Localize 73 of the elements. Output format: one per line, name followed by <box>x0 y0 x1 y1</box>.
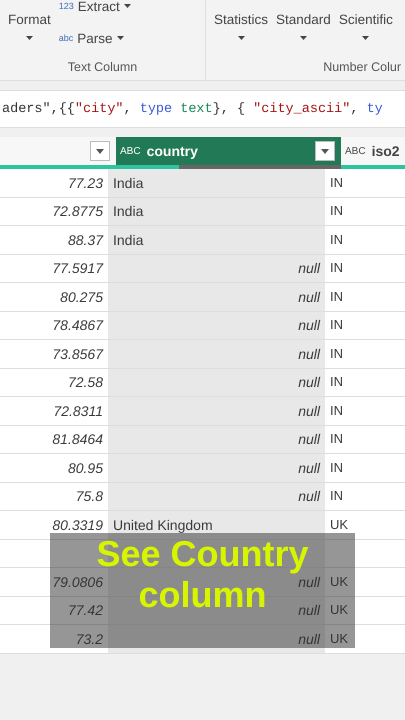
table-cell: United Kingdom <box>113 518 213 532</box>
table-cell: IN <box>330 204 343 218</box>
table-cell: 73.2 <box>76 632 103 646</box>
table-cell: 80.3319 <box>52 518 103 532</box>
table-cell: IN <box>330 404 343 418</box>
formula-bar[interactable]: aders",{{"city", type text}, { "city_ascii", ty <box>0 90 405 128</box>
ribbon-button[interactable]: Scientific <box>334 0 397 54</box>
text-type-icon: ABC <box>345 146 366 156</box>
table-cell: UK <box>330 518 348 532</box>
table-cell: 72.8775 <box>52 204 103 218</box>
table-cell: 73.8567 <box>52 346 103 361</box>
table-cell: 72.58 <box>68 375 103 390</box>
caret-icon <box>300 36 307 40</box>
formula-text: aders",{{"city", type text}, { "city_ascii", ty <box>2 102 383 116</box>
table-cell: IN <box>330 176 343 190</box>
text-type-icon: ABC <box>120 146 141 156</box>
table-cell: IN <box>330 375 343 390</box>
table-cell: IN <box>330 346 343 361</box>
table-cell: UK <box>330 632 348 646</box>
caret-icon <box>26 36 33 40</box>
table-cell: null <box>298 432 320 446</box>
table-cell: null <box>298 261 320 276</box>
table-cell: India <box>113 176 144 190</box>
table-cell: IN <box>330 232 343 247</box>
table-cell: IN <box>330 261 343 276</box>
format-button[interactable]: Format <box>4 0 55 54</box>
table-cell: null <box>298 603 320 618</box>
table-cell: India <box>113 232 144 247</box>
table-cell: UK <box>330 574 348 589</box>
table-cell: 75.8 <box>76 489 103 504</box>
table-cell: India <box>113 204 144 218</box>
parse-button[interactable]: abc Parse <box>54 24 135 52</box>
table-cell: 77.42 <box>68 603 103 618</box>
caret-icon <box>124 4 131 8</box>
ribbon-button[interactable]: Standard <box>272 0 335 54</box>
table-cell: null <box>298 632 320 646</box>
table-cell: 77.23 <box>68 176 103 190</box>
column-header[interactable]: ABC iso2 <box>341 137 405 165</box>
table-cell: IN <box>330 432 343 446</box>
table-cell: IN <box>330 460 343 475</box>
table-cell: null <box>298 346 320 361</box>
ribbon-button[interactable]: Statistics <box>210 0 272 54</box>
table-cell: 80.95 <box>68 460 103 475</box>
table-cell: UK <box>330 603 348 618</box>
table-cell: 88.37 <box>68 232 103 247</box>
caption-text: See Country <box>96 533 309 574</box>
table-cell: IN <box>330 489 343 504</box>
filter-dropdown[interactable] <box>90 141 110 161</box>
extract-button[interactable]: 123 Extract <box>54 0 135 20</box>
table-cell: null <box>298 375 320 390</box>
caret-icon <box>96 148 104 154</box>
table-cell: 72.8311 <box>53 404 103 418</box>
table-cell: 81.8464 <box>52 432 103 446</box>
group-label: Text Column <box>66 60 138 76</box>
table-cell: 77.5917 <box>52 261 103 276</box>
table-cell: 79.0806 <box>52 574 103 589</box>
table-cell: null <box>298 574 320 589</box>
table-cell: null <box>298 460 320 475</box>
table-cell: 78.4867 <box>52 318 103 332</box>
filter-dropdown[interactable] <box>315 141 335 161</box>
caret-icon <box>238 36 244 40</box>
table-cell: IN <box>330 318 343 332</box>
table-cell: null <box>298 489 320 504</box>
group-label: Number Colur <box>322 60 402 76</box>
table-cell: null <box>298 290 320 304</box>
table-cell: 80.275 <box>60 290 103 304</box>
caret-icon <box>116 36 124 40</box>
caret-icon <box>321 148 329 154</box>
table-cell: null <box>298 318 320 332</box>
table-cell: null <box>298 404 320 418</box>
caret-icon <box>362 36 370 40</box>
table-cell: IN <box>330 290 343 304</box>
caption-text: column <box>138 574 266 615</box>
